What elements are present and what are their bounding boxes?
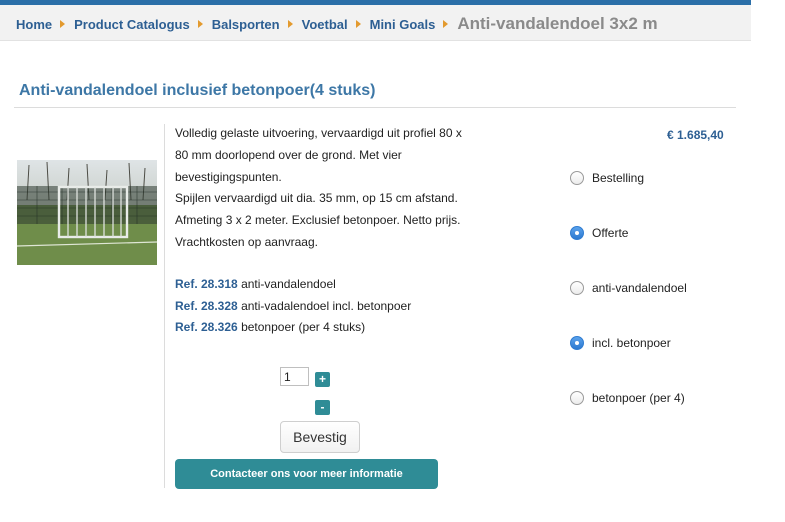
description-line: Afmeting 3 x 2 meter. Exclusief betonpoe… [175, 213, 461, 228]
product-title: Anti-vandalendoel inclusief betonpoer(4 … [19, 82, 376, 99]
breadcrumb-mini-goals[interactable]: Mini Goals [370, 17, 436, 32]
reference-number: Ref. 28.328 [175, 298, 238, 313]
breadcrumb-balsporten[interactable]: Balsporten [212, 17, 280, 32]
option-bestelling[interactable]: Bestelling [570, 171, 644, 185]
breadcrumb-voetbal[interactable]: Voetbal [302, 17, 348, 32]
chevron-right-icon [60, 20, 66, 28]
breadcrumb-product-catalogus[interactable]: Product Catalogus [74, 17, 190, 32]
radio-button[interactable] [570, 281, 584, 295]
breadcrumb: Home Product Catalogus Balsporten Voetba… [16, 14, 658, 34]
description-line: 80 mm doorlopend over de grond. Met vier [175, 147, 402, 162]
football-goal-photo-icon [17, 160, 157, 265]
option-label: anti-vandalendoel [592, 281, 687, 295]
description-line: Vrachtkosten op aanvraag. [175, 234, 318, 249]
breadcrumb-bar: Home Product Catalogus Balsporten Voetba… [0, 5, 751, 41]
confirm-button[interactable]: Bevestig [280, 421, 360, 453]
chevron-right-icon [443, 20, 449, 28]
breadcrumb-home[interactable]: Home [16, 17, 52, 32]
option-label: incl. betonpoer [592, 336, 671, 350]
reference-number: Ref. 28.326 [175, 320, 238, 334]
reference-item: Ref. 28.326 betonpoer (per 4 stuks) [175, 317, 411, 339]
column-divider [164, 124, 165, 488]
quantity-input[interactable] [280, 367, 309, 386]
reference-text: anti-vandalendoel [241, 277, 336, 291]
breadcrumb-current: Anti-vandalendoel 3x2 m [457, 14, 658, 33]
chevron-right-icon [355, 20, 361, 28]
quantity-minus-button[interactable]: - [315, 400, 330, 415]
contact-button[interactable]: Contacteer ons voor meer informatie [175, 459, 438, 489]
radio-button[interactable] [570, 336, 584, 350]
reference-text: anti-vadalendoel incl. betonpoer [241, 298, 412, 313]
product-price: € 1.685,40 [667, 128, 724, 142]
product-image[interactable] [17, 160, 157, 265]
reference-item: Ref. 28.318 anti-vandalendoel [175, 274, 411, 296]
quantity-plus-button[interactable]: + [315, 372, 330, 387]
option-label: Bestelling [592, 171, 645, 185]
product-description: Volledig gelaste uitvoering, vervaardigd… [175, 123, 475, 254]
option-label: Offerte [592, 226, 629, 240]
description-line: Spijlen vervaardigd uit dia. 35 mm, op 1… [175, 191, 458, 206]
reference-text: betonpoer (per 4 stuks) [241, 320, 366, 334]
chevron-right-icon [197, 20, 203, 28]
option-betonpoer-per-4[interactable]: betonpoer (per 4) [570, 391, 685, 405]
option-label: betonpoer (per 4) [592, 391, 685, 405]
description-line: Volledig gelaste uitvoering, vervaardigd… [175, 126, 462, 140]
reference-item: Ref. 28.328 anti-vadalendoel incl. beton… [175, 296, 411, 318]
option-incl-betonpoer[interactable]: incl. betonpoer [570, 336, 671, 350]
reference-list: Ref. 28.318 anti-vandalendoel Ref. 28.32… [175, 274, 411, 339]
description-line: bevestigingspunten. [175, 169, 282, 184]
divider [14, 107, 736, 108]
radio-button[interactable] [570, 226, 584, 240]
option-offerte[interactable]: Offerte [570, 226, 628, 240]
reference-number: Ref. 28.318 [175, 277, 238, 291]
option-anti-vandalendoel[interactable]: anti-vandalendoel [570, 281, 687, 295]
radio-button[interactable] [570, 171, 584, 185]
radio-button[interactable] [570, 391, 584, 405]
chevron-right-icon [287, 20, 293, 28]
